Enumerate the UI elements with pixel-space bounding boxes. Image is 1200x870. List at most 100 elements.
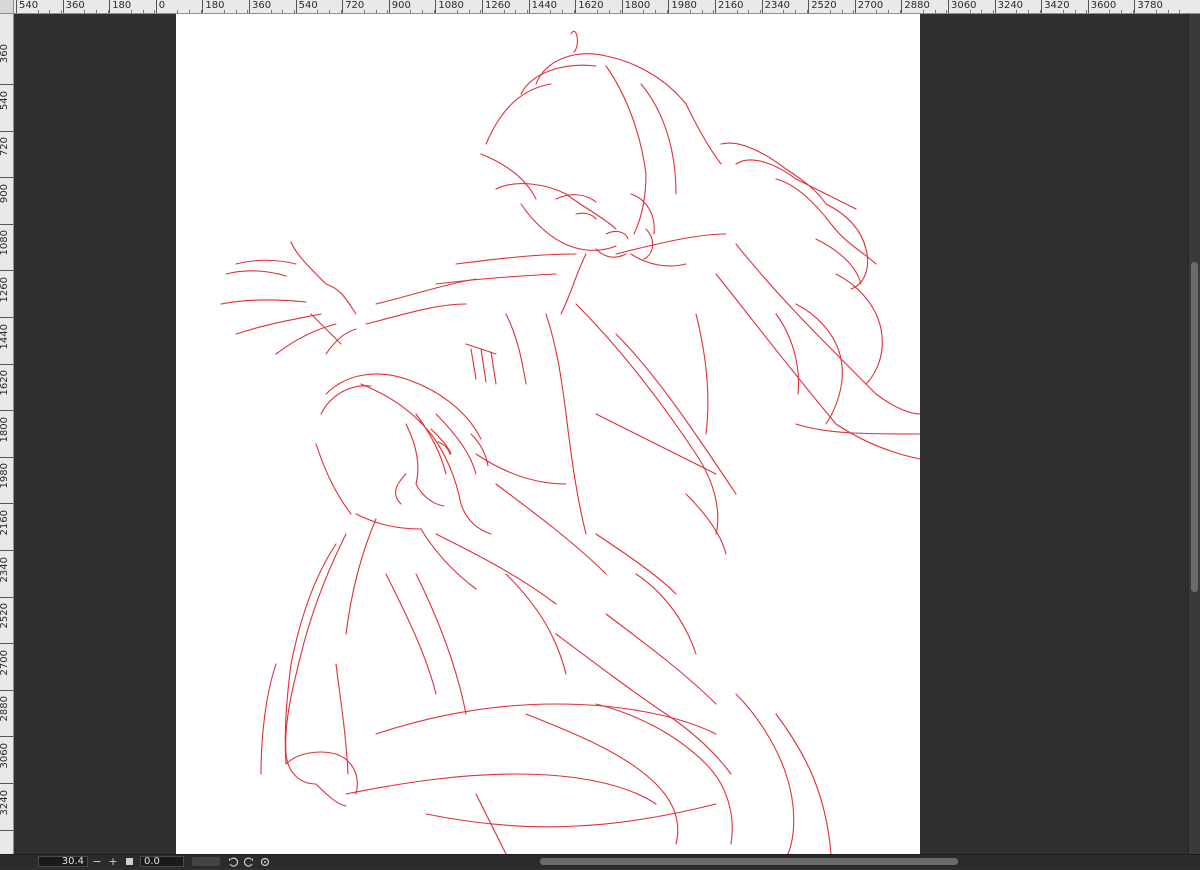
ruler-major-tick [16, 0, 17, 13]
ruler-tick-label: 1260 [485, 0, 511, 11]
ruler-major-tick [948, 0, 949, 13]
ruler-minor-tick [655, 10, 657, 13]
ruler-tick-label: 3600 [1090, 0, 1117, 11]
ruler-major-tick [808, 0, 810, 13]
zoom-in-button[interactable]: + [106, 855, 120, 868]
ruler-minor-tick [84, 10, 86, 13]
ruler-tick-label: 2700 [0, 649, 10, 676]
ruler-major-tick [901, 0, 903, 13]
vertical-scrollbar[interactable] [1188, 14, 1200, 854]
ruler-minor-tick [841, 10, 843, 13]
ruler-major-tick [0, 596, 13, 598]
ruler-tick-label: 540 [0, 90, 10, 110]
ruler-minor-tick [95, 10, 97, 13]
ruler-minor-tick [690, 10, 692, 13]
ruler-tick-label: 2160 [0, 510, 10, 536]
ruler-major-tick [342, 0, 344, 13]
ruler-major-tick [435, 0, 437, 13]
ruler-minor-tick [794, 10, 796, 13]
ruler-minor-tick [422, 10, 424, 13]
ruler-major-tick [482, 0, 483, 13]
ruler-tick-label: 1620 [0, 370, 10, 396]
ruler-minor-tick [888, 10, 890, 13]
ruler-minor-tick [375, 10, 377, 13]
ruler-minor-tick [596, 10, 598, 13]
ruler-minor-tick [1156, 10, 1158, 13]
ruler-tick-label: 2520 [811, 0, 837, 11]
left-ruler[interactable]: 360 540 720 900 1080 1260 1440 1620 1800 1980 2160… [0, 14, 14, 854]
ruler-minor-tick [1062, 10, 1064, 13]
ruler-tick-label: 360 [65, 0, 85, 11]
fit-to-window-button[interactable] [122, 855, 136, 868]
ruler-minor-tick [923, 10, 925, 13]
ruler-major-tick [295, 0, 297, 13]
ruler-major-tick [0, 643, 13, 645]
ruler-major-tick [388, 0, 390, 13]
ruler-minor-tick [282, 10, 284, 13]
zoom-level-field[interactable]: 30.4 [38, 856, 88, 867]
sketch-drawing [220, 30, 920, 854]
ruler-minor-tick [1074, 10, 1076, 13]
horizontal-scrollbar-thumb[interactable] [540, 858, 958, 865]
ruler-minor-tick [130, 10, 132, 13]
ruler-minor-tick [189, 10, 191, 13]
ruler-minor-tick [748, 10, 750, 13]
ruler-major-tick [109, 0, 111, 13]
ruler-major-tick [994, 0, 996, 13]
ruler-tick-label: 540 [298, 0, 318, 11]
sketch-lower-figure [260, 373, 832, 854]
ruler-tick-label: 3420 [1044, 0, 1070, 11]
ruler-tick-label: 3240 [0, 789, 10, 816]
ruler-major-tick [0, 736, 13, 738]
ruler-minor-tick [317, 10, 319, 13]
ruler-minor-tick [736, 10, 738, 13]
ruler-major-tick [528, 0, 530, 13]
ruler-tick-label: 0 [158, 0, 166, 11]
ruler-minor-tick [503, 10, 505, 13]
top-ruler[interactable]: 540 360 180 0 180 360 540 720 900 1080 1260 1440 162… [0, 0, 1200, 14]
ruler-minor-tick [876, 10, 878, 13]
ruler-tick-label: 1260 [0, 277, 10, 303]
ruler-tick-label: 720 [0, 137, 10, 157]
canvas-workspace[interactable] [14, 14, 1188, 854]
ruler-major-tick [0, 270, 13, 272]
navigator-slider[interactable] [192, 857, 220, 866]
ruler-tick-label: 540 [19, 0, 39, 11]
sketch-upper-figure [220, 30, 920, 595]
rotate-left-button[interactable] [226, 855, 240, 868]
rotation-field[interactable]: 0.0 [140, 856, 184, 867]
ruler-tick-label: 2520 [0, 603, 10, 629]
ruler-tick-label: 3240 [997, 0, 1024, 11]
ruler-major-tick [0, 456, 13, 458]
vertical-scrollbar-thumb[interactable] [1191, 262, 1198, 592]
ruler-minor-tick [550, 10, 552, 13]
ruler-tick-label: 3060 [951, 0, 977, 11]
ruler-tick-label: 2700 [857, 0, 884, 11]
ruler-major-tick [1134, 0, 1136, 13]
square-icon [125, 858, 133, 865]
ruler-tick-label: 900 [0, 183, 10, 203]
ruler-minor-tick [561, 10, 563, 13]
ruler-major-tick [715, 0, 716, 13]
ruler-tick-label: 1080 [0, 230, 10, 256]
ruler-major-tick [0, 223, 13, 225]
ruler-tick-label: 1980 [0, 463, 10, 489]
ruler-tick-label: 2160 [718, 0, 744, 11]
ruler-major-tick [1041, 0, 1043, 13]
ruler-major-tick [0, 177, 13, 179]
ruler-minor-tick [328, 10, 330, 13]
ruler-minor-tick [177, 10, 179, 13]
reset-rotation-button[interactable] [258, 855, 272, 868]
ruler-minor-tick [934, 10, 936, 13]
canvas-page[interactable] [176, 14, 920, 854]
ruler-minor-tick [468, 10, 470, 13]
zoom-out-button[interactable]: − [90, 855, 104, 868]
ruler-minor-tick [1167, 10, 1169, 13]
ruler-minor-tick [235, 10, 237, 13]
ruler-minor-tick [142, 10, 144, 13]
ruler-minor-tick [224, 10, 226, 13]
ruler-tick-label: 180 [205, 0, 225, 11]
ruler-tick-label: 2340 [764, 0, 791, 11]
ruler-tick-label: 1800 [624, 0, 651, 11]
rotate-right-button[interactable] [242, 855, 256, 868]
